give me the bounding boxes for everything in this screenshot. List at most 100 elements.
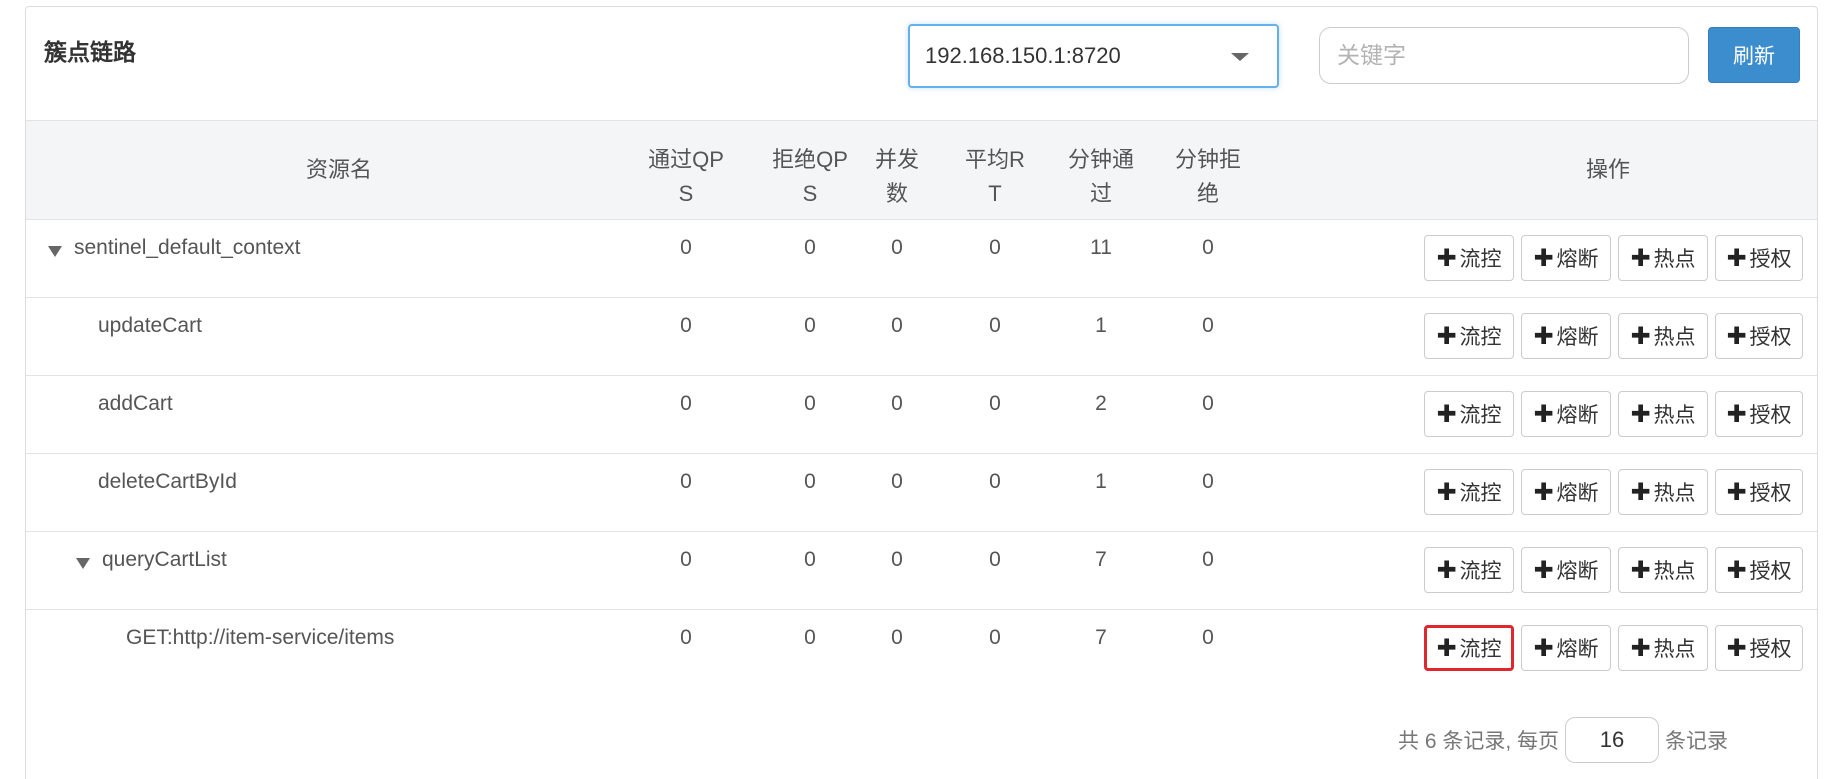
add-degrade-rule-button[interactable]: ✚ 熔断: [1521, 313, 1611, 359]
cell-minute-pass: 11: [1090, 236, 1112, 259]
row-actions: ✚ 流控 ✚ 熔断 ✚ 热点 ✚ 授权: [1424, 547, 1803, 593]
pagination: 共 6 条记录, 每页 16 条记录: [1398, 717, 1728, 763]
cell-concurrency: 0: [891, 236, 903, 259]
cell-minute-pass: 1: [1095, 470, 1107, 493]
expand-triangle-icon[interactable]: [48, 246, 62, 257]
plus-icon: ✚: [1726, 478, 1747, 506]
action-label: 流控: [1459, 326, 1502, 349]
action-label: 流控: [1459, 638, 1502, 661]
plus-icon: ✚: [1726, 400, 1747, 428]
cell-block-qps: 0: [804, 392, 816, 415]
add-authority-rule-button[interactable]: ✚ 授权: [1715, 313, 1803, 359]
add-degrade-rule-button[interactable]: ✚ 熔断: [1521, 469, 1611, 515]
cell-minute-pass: 1: [1095, 314, 1107, 337]
add-degrade-rule-button[interactable]: ✚ 熔断: [1521, 235, 1611, 281]
add-flow-rule-button[interactable]: ✚ 流控: [1424, 547, 1514, 593]
table-row: queryCartList 0 0 0 0 7 0 ✚ 流控 ✚ 熔断 ✚ 热点 ✚ 授权: [26, 532, 1817, 610]
plus-icon: ✚: [1533, 478, 1554, 506]
refresh-button[interactable]: 刷新: [1708, 27, 1800, 83]
header-block-qps: 拒绝QP S: [772, 147, 848, 206]
resource-name: addCart: [98, 392, 173, 415]
cell-minute-pass: 7: [1095, 548, 1107, 571]
add-authority-rule-button[interactable]: ✚ 授权: [1715, 625, 1803, 671]
add-hotspot-rule-button[interactable]: ✚ 热点: [1618, 625, 1708, 671]
add-flow-rule-button[interactable]: ✚ 流控: [1424, 313, 1514, 359]
add-degrade-rule-button[interactable]: ✚ 熔断: [1521, 625, 1611, 671]
plus-icon: ✚: [1533, 634, 1554, 662]
plus-icon: ✚: [1436, 556, 1457, 584]
action-label: 流控: [1459, 482, 1502, 505]
cell-minute-block: 0: [1202, 314, 1214, 337]
add-hotspot-rule-button[interactable]: ✚ 热点: [1618, 391, 1708, 437]
table-row: deleteCartById 0 0 0 0 1 0 ✚ 流控 ✚ 熔断 ✚ 热点 ✚ 授权: [26, 454, 1817, 532]
add-hotspot-rule-button[interactable]: ✚ 热点: [1618, 469, 1708, 515]
action-label: 授权: [1749, 482, 1792, 505]
cell-block-qps: 0: [804, 548, 816, 571]
plus-icon: ✚: [1726, 322, 1747, 350]
plus-icon: ✚: [1533, 556, 1554, 584]
page-size-input[interactable]: 16: [1565, 717, 1660, 763]
cell-concurrency: 0: [891, 626, 903, 649]
add-flow-rule-button[interactable]: ✚ 流控: [1424, 469, 1514, 515]
add-degrade-rule-button[interactable]: ✚ 熔断: [1521, 391, 1611, 437]
plus-icon: ✚: [1533, 400, 1554, 428]
pagination-total: 共 6 条记录, 每页: [1398, 730, 1560, 753]
add-degrade-rule-button[interactable]: ✚ 熔断: [1521, 547, 1611, 593]
plus-icon: ✚: [1436, 634, 1457, 662]
cell-block-qps: 0: [804, 470, 816, 493]
add-flow-rule-button[interactable]: ✚ 流控: [1424, 391, 1514, 437]
add-authority-rule-button[interactable]: ✚ 授权: [1715, 547, 1803, 593]
row-actions: ✚ 流控 ✚ 熔断 ✚ 热点 ✚ 授权: [1424, 469, 1803, 515]
plus-icon: ✚: [1726, 244, 1747, 272]
action-label: 热点: [1653, 248, 1696, 271]
row-actions: ✚ 流控 ✚ 熔断 ✚ 热点 ✚ 授权: [1424, 625, 1803, 671]
add-hotspot-rule-button[interactable]: ✚ 热点: [1618, 547, 1708, 593]
header-pass-qps: 通过QP S: [648, 147, 724, 206]
cell-avg-rt: 0: [989, 626, 1001, 649]
cell-avg-rt: 0: [989, 470, 1001, 493]
row-actions: ✚ 流控 ✚ 熔断 ✚ 热点 ✚ 授权: [1424, 313, 1803, 359]
action-label: 授权: [1749, 560, 1792, 583]
plus-icon: ✚: [1436, 400, 1457, 428]
cell-minute-block: 0: [1202, 548, 1214, 571]
action-label: 熔断: [1556, 326, 1599, 349]
plus-icon: ✚: [1436, 244, 1457, 272]
cell-pass-qps: 0: [680, 236, 692, 259]
action-label: 热点: [1653, 638, 1696, 661]
resource-name: deleteCartById: [98, 470, 237, 493]
add-flow-rule-button[interactable]: ✚ 流控: [1424, 235, 1514, 281]
machine-select[interactable]: 192.168.150.1:8720: [908, 24, 1279, 88]
plus-icon: ✚: [1436, 322, 1457, 350]
action-label: 授权: [1749, 638, 1792, 661]
cell-concurrency: 0: [891, 548, 903, 571]
add-authority-rule-button[interactable]: ✚ 授权: [1715, 235, 1803, 281]
keyword-search-input[interactable]: [1319, 27, 1689, 84]
plus-icon: ✚: [1630, 244, 1651, 272]
machine-select-value: 192.168.150.1:8720: [925, 43, 1121, 68]
cell-avg-rt: 0: [989, 392, 1001, 415]
cell-avg-rt: 0: [989, 314, 1001, 337]
action-label: 流控: [1459, 404, 1502, 427]
add-hotspot-rule-button[interactable]: ✚ 热点: [1618, 313, 1708, 359]
header-concurrency: 并发 数: [874, 147, 919, 206]
add-authority-rule-button[interactable]: ✚ 授权: [1715, 391, 1803, 437]
action-label: 授权: [1749, 326, 1792, 349]
expand-triangle-icon[interactable]: [76, 558, 90, 569]
cell-concurrency: 0: [891, 314, 903, 337]
add-authority-rule-button[interactable]: ✚ 授权: [1715, 469, 1803, 515]
cell-concurrency: 0: [891, 470, 903, 493]
cell-avg-rt: 0: [989, 236, 1001, 259]
action-label: 熔断: [1556, 560, 1599, 583]
action-label: 热点: [1653, 404, 1696, 427]
row-actions: ✚ 流控 ✚ 熔断 ✚ 热点 ✚ 授权: [1424, 391, 1803, 437]
action-label: 热点: [1653, 560, 1696, 583]
add-hotspot-rule-button[interactable]: ✚ 热点: [1618, 235, 1708, 281]
cell-pass-qps: 0: [680, 470, 692, 493]
plus-icon: ✚: [1436, 478, 1457, 506]
add-flow-rule-button[interactable]: ✚ 流控: [1424, 625, 1514, 671]
plus-icon: ✚: [1630, 322, 1651, 350]
plus-icon: ✚: [1533, 322, 1554, 350]
cell-pass-qps: 0: [680, 314, 692, 337]
header-minute-pass: 分钟通 过: [1067, 147, 1134, 206]
action-label: 流控: [1459, 560, 1502, 583]
